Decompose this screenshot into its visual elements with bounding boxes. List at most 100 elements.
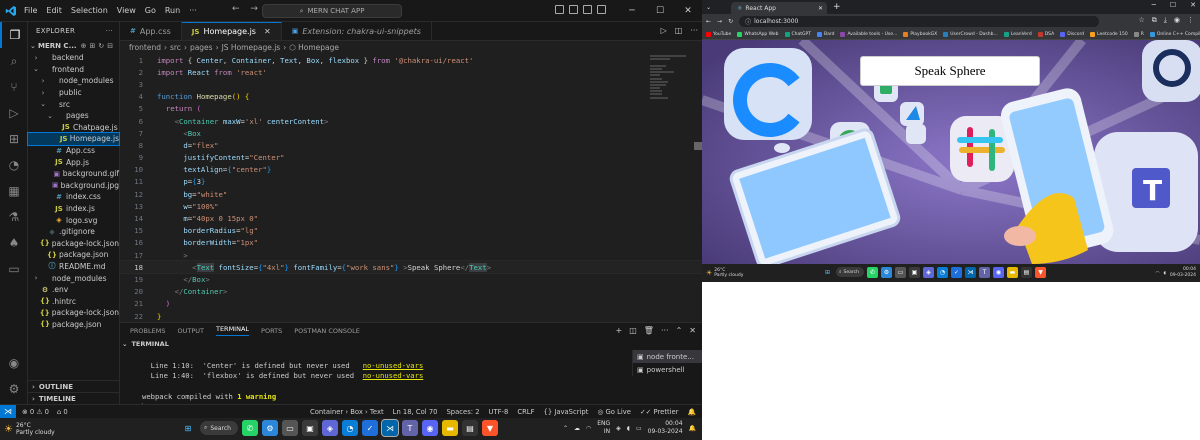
- notes-icon[interactable]: ▤: [462, 420, 478, 436]
- scrollbar[interactable]: [694, 142, 702, 150]
- breadcrumb-item[interactable]: src: [170, 43, 181, 52]
- bookmark-item[interactable]: WhatsApp Web: [737, 31, 779, 37]
- volume-icon[interactable]: ◖: [1163, 271, 1165, 276]
- close-icon[interactable]: ✕: [674, 0, 702, 22]
- panel-tab-output[interactable]: OUTPUT: [177, 327, 204, 335]
- teams-icon[interactable]: T: [979, 267, 990, 278]
- file-tree-item[interactable]: ⚙ .env: [28, 284, 119, 296]
- back-icon[interactable]: ←: [706, 18, 711, 25]
- editor-tab[interactable]: # App.css: [120, 22, 182, 40]
- file-explorer-icon[interactable]: ▬: [1007, 267, 1018, 278]
- remote-explorer-icon[interactable]: ▭: [0, 256, 28, 282]
- command-center-search[interactable]: ⌕ MERN CHAT APP: [262, 4, 402, 18]
- source-control-icon[interactable]: ⑂: [0, 74, 28, 100]
- bookmark-item[interactable]: LeanVerd: [1003, 31, 1032, 37]
- whatsapp-icon[interactable]: ✆: [867, 267, 878, 278]
- taskbar-search[interactable]: ⌕ Search: [836, 267, 864, 277]
- bookmark-item[interactable]: Available tools - Use...: [840, 31, 897, 37]
- panel-tab-postman-console[interactable]: POSTMAN CONSOLE: [294, 327, 360, 335]
- toggle-sidebar-icon[interactable]: [555, 5, 564, 14]
- mongodb-icon[interactable]: ♠: [0, 230, 28, 256]
- file-tree-item[interactable]: {} .hintrc: [28, 295, 119, 307]
- clock[interactable]: 00:04 09-03-2024: [1170, 267, 1196, 279]
- panel-tab-terminal[interactable]: TERMINAL: [215, 325, 250, 336]
- more-actions-icon[interactable]: ···: [690, 26, 698, 35]
- editor-tab[interactable]: ▣ Extension: chakra-ui-snippets: [282, 22, 432, 40]
- kill-terminal-icon[interactable]: 🗑: [644, 326, 654, 335]
- vscode-taskbar-icon[interactable]: ⋊: [381, 419, 399, 437]
- settings-app-icon[interactable]: ⚙: [262, 420, 278, 436]
- run-icon[interactable]: ▷: [661, 26, 667, 35]
- task-view-icon[interactable]: ▭: [895, 267, 906, 278]
- edge-icon[interactable]: ◔: [342, 420, 358, 436]
- menu-item[interactable]: Edit: [46, 6, 62, 15]
- project-root[interactable]: ⌄ MERN C... ⊕ ⊞ ↻ ⊟: [28, 40, 119, 52]
- close-panel-icon[interactable]: ✕: [689, 326, 696, 335]
- whatsapp-icon[interactable]: ✆: [242, 420, 258, 436]
- terminal-instance[interactable]: ▣ node fronte...: [633, 350, 702, 363]
- bookmark-item[interactable]: YouTube: [706, 31, 731, 37]
- file-tree-item[interactable]: # index.css: [28, 191, 119, 203]
- bookmark-item[interactable]: DSA: [1037, 31, 1054, 37]
- extensions-icon[interactable]: ⊞: [0, 126, 28, 152]
- panel-tab-ports[interactable]: PORTS: [261, 327, 282, 335]
- clock[interactable]: 00:04 09-03-2024: [648, 420, 683, 436]
- file-tree-item[interactable]: {} package.json: [28, 319, 119, 331]
- downloads-icon[interactable]: ⤓: [1164, 16, 1167, 25]
- file-tree-item[interactable]: ◆ .gitignore: [28, 226, 119, 238]
- status-item[interactable]: ⌂ 0: [57, 408, 68, 416]
- file-tree-item[interactable]: JS Chatpage.js: [28, 122, 119, 134]
- file-tree-item[interactable]: › node_modules: [28, 272, 119, 284]
- notification-bell-icon[interactable]: 🔔: [689, 425, 696, 432]
- reload-icon[interactable]: ↻: [728, 18, 733, 25]
- menu-item[interactable]: Run: [165, 6, 180, 15]
- vscode-taskbar-icon[interactable]: ⋊: [965, 267, 976, 278]
- close-tab-icon[interactable]: ✕: [818, 5, 823, 12]
- file-explorer-icon[interactable]: ▬: [442, 420, 458, 436]
- maximize-icon[interactable]: ☐: [1170, 1, 1176, 9]
- language-indicator[interactable]: ENG IN: [597, 420, 610, 436]
- wifi-icon[interactable]: ◠: [586, 425, 591, 432]
- file-tree-item[interactable]: ⌄ pages: [28, 110, 119, 122]
- site-info-icon[interactable]: ⓘ: [745, 17, 751, 26]
- toggle-panel-icon[interactable]: [569, 5, 578, 14]
- file-tree-item[interactable]: JS Homepage.js: [27, 132, 120, 146]
- bookmark-item[interactable]: Online C++ Compil...: [1149, 31, 1200, 37]
- photos-icon[interactable]: ▣: [909, 267, 920, 278]
- file-tree-item[interactable]: ▣ background.gif: [28, 168, 119, 180]
- taskbar-search[interactable]: ⌕ Search: [200, 421, 238, 435]
- menu-icon[interactable]: ⋮: [1187, 16, 1194, 25]
- weather-widget[interactable]: ☀ 26°C Partly cloudy: [4, 422, 84, 436]
- profile-avatar-icon[interactable]: ◉: [1174, 16, 1180, 25]
- collapse-all-icon[interactable]: ⊟: [107, 42, 113, 50]
- layout-controls[interactable]: [555, 5, 606, 14]
- bookmark-item[interactable]: PlaybookGX: [903, 31, 937, 37]
- brave-icon[interactable]: ▼: [482, 420, 498, 436]
- terminal-instance[interactable]: ▣ powershell: [633, 363, 702, 376]
- clipchamp-icon[interactable]: ◈: [923, 267, 934, 278]
- new-folder-icon[interactable]: ⊞: [89, 42, 95, 50]
- menu-item[interactable]: File: [24, 6, 37, 15]
- status-item[interactable]: {} JavaScript: [544, 408, 589, 416]
- breadcrumb-item[interactable]: pages: [190, 43, 213, 52]
- tasks-icon[interactable]: ✓: [951, 267, 962, 278]
- start-icon[interactable]: ⊞: [180, 420, 196, 436]
- menu-item[interactable]: Selection: [71, 6, 108, 15]
- file-tree-item[interactable]: ⓘ README.md: [28, 261, 119, 273]
- toggle-secondary-sidebar-icon[interactable]: [583, 5, 592, 14]
- file-tree-item[interactable]: › node_modules: [28, 75, 119, 87]
- new-tab-icon[interactable]: +: [833, 2, 841, 12]
- status-item[interactable]: ◎ Go Live: [597, 408, 631, 416]
- maximize-icon[interactable]: ☐: [646, 0, 674, 22]
- bookmark-item[interactable]: Leetcode 150: [1090, 31, 1128, 37]
- refresh-icon[interactable]: ↻: [98, 42, 104, 50]
- terminal-section-header[interactable]: ⌄ TERMINAL: [120, 338, 702, 350]
- breadcrumb-item[interactable]: frontend: [129, 43, 161, 52]
- run-debug-icon[interactable]: ▷: [0, 100, 28, 126]
- bookmark-item[interactable]: Discord: [1060, 31, 1084, 37]
- new-file-icon[interactable]: ⊕: [81, 42, 87, 50]
- teams-icon[interactable]: T: [402, 420, 418, 436]
- minimize-icon[interactable]: ─: [1152, 1, 1156, 9]
- remote-indicator-icon[interactable]: ⋊: [0, 404, 16, 419]
- menu-item[interactable]: View: [117, 6, 136, 15]
